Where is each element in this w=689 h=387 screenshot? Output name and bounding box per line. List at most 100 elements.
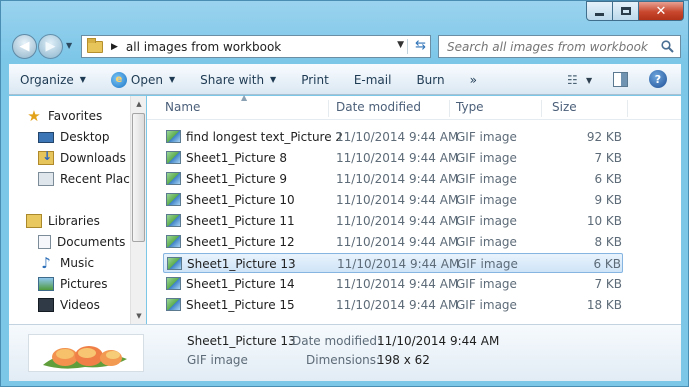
file-size: 6 KB (593, 257, 621, 271)
scroll-up-icon[interactable]: ▲ (131, 96, 147, 112)
more-commands-icon: » (469, 72, 477, 87)
gif-file-icon (166, 151, 181, 164)
address-dropdown-icon[interactable]: ▼ (397, 40, 404, 50)
help-icon[interactable]: ? (649, 70, 667, 88)
libraries-icon (26, 214, 42, 228)
address-path[interactable]: all images from workbook (126, 40, 281, 54)
gif-file-icon (166, 214, 181, 227)
preview-pane-icon[interactable] (613, 72, 628, 87)
nav-item-recent-places[interactable]: Recent Place (38, 169, 137, 189)
email-button[interactable]: E-mail (354, 73, 392, 87)
file-row[interactable]: Sheet1_Picture 11 11/10/2014 9:44 AM GIF… (163, 211, 623, 231)
nav-item-pictures[interactable]: Pictures (38, 274, 108, 294)
nav-item-music[interactable]: ♪ Music (38, 253, 94, 273)
details-dimensions-value: 198 x 62 (377, 353, 430, 367)
command-bar: Organize ▼ e Open ▼ Share with ▼ Print E… (9, 64, 681, 95)
file-type: GIF image (456, 193, 517, 207)
file-date: 11/10/2014 9:44 AM (337, 257, 460, 271)
print-button[interactable]: Print (301, 73, 329, 87)
file-date: 11/10/2014 9:44 AM (336, 214, 459, 228)
nav-scrollbar[interactable]: ▲ ▼ (130, 96, 146, 324)
back-button[interactable]: ◀ (12, 34, 37, 59)
open-label: Open (130, 72, 163, 87)
close-button[interactable]: ✕ (639, 1, 684, 21)
nav-item-downloads[interactable]: Downloads (38, 148, 126, 168)
breadcrumb-chevron-icon[interactable]: ▶ (111, 42, 118, 52)
file-size: 8 KB (594, 235, 622, 249)
search-box[interactable] (438, 35, 681, 58)
star-icon: ★ (27, 107, 41, 125)
nav-item-videos[interactable]: Videos (38, 295, 100, 315)
music-icon: ♪ (41, 254, 51, 272)
address-bar[interactable]: ▶ all images from workbook ▼ ⇆ (81, 35, 431, 58)
nav-item-desktop[interactable]: Desktop (38, 127, 110, 147)
recent-pages-dropdown[interactable]: ▼ (66, 41, 72, 50)
maximize-icon (620, 7, 631, 15)
change-view-icon[interactable]: ☷ (567, 73, 578, 87)
close-icon: ✕ (655, 3, 667, 19)
file-date: 11/10/2014 9:44 AM (336, 193, 459, 207)
file-row[interactable]: Sheet1_Picture 15 11/10/2014 9:44 AM GIF… (163, 295, 623, 315)
file-size: 9 KB (594, 193, 622, 207)
column-header-type[interactable]: Type (450, 100, 542, 117)
file-type: GIF image (457, 257, 518, 271)
file-type: GIF image (456, 151, 517, 165)
file-type: GIF image (456, 214, 517, 228)
email-label: E-mail (353, 72, 392, 87)
file-name: find longest text_Picture 2 (186, 130, 344, 144)
peaches-thumbnail-icon (43, 346, 127, 369)
nav-desktop-label: Desktop (60, 130, 110, 144)
more-commands-button[interactable]: » (470, 73, 477, 87)
caption-buttons: ✕ (586, 1, 684, 21)
burn-label: Burn (416, 72, 445, 87)
search-icon[interactable] (661, 40, 674, 53)
nav-videos-label: Videos (60, 298, 100, 312)
file-row-selected[interactable]: Sheet1_Picture 13 11/10/2014 9:44 AM GIF… (163, 253, 623, 273)
burn-button[interactable]: Burn (416, 73, 444, 87)
file-row[interactable]: Sheet1_Picture 8 11/10/2014 9:44 AM GIF … (163, 148, 623, 168)
file-name: Sheet1_Picture 9 (186, 172, 288, 186)
column-type-label: Type (456, 100, 484, 114)
details-file-name: Sheet1_Picture 13 (187, 334, 296, 348)
file-row[interactable]: find longest text_Picture 2 11/10/2014 9… (163, 127, 623, 147)
file-row[interactable]: Sheet1_Picture 12 11/10/2014 9:44 AM GIF… (163, 232, 623, 252)
column-header-date-modified[interactable]: Date modified (330, 100, 450, 117)
gif-file-icon (166, 130, 181, 143)
search-input[interactable] (439, 39, 654, 54)
organize-dropdown-icon: ▼ (79, 75, 86, 84)
file-row[interactable]: Sheet1_Picture 9 11/10/2014 9:44 AM GIF … (163, 169, 623, 189)
nav-item-documents[interactable]: Documents (38, 232, 125, 252)
file-type: GIF image (456, 277, 517, 291)
file-row[interactable]: Sheet1_Picture 10 11/10/2014 9:44 AM GIF… (163, 190, 623, 210)
column-name-label: Name (165, 100, 201, 114)
column-header-name[interactable]: Name (159, 100, 329, 117)
file-size: 7 KB (594, 277, 622, 291)
nav-pictures-label: Pictures (60, 277, 108, 291)
column-header-size[interactable]: Size (546, 100, 628, 117)
share-with-button[interactable]: Share with ▼ (200, 73, 276, 87)
refresh-icon[interactable]: ⇆ (415, 38, 426, 53)
organize-button[interactable]: Organize ▼ (20, 73, 86, 87)
downloads-icon (38, 149, 54, 165)
scroll-down-icon[interactable]: ▼ (131, 308, 147, 324)
file-name: Sheet1_Picture 12 (186, 235, 295, 249)
nav-item-libraries[interactable]: Libraries (26, 211, 100, 231)
gif-file-icon (166, 277, 181, 290)
file-date: 11/10/2014 9:44 AM (336, 130, 459, 144)
details-dimensions-label: Dimensions: (306, 353, 381, 367)
file-row[interactable]: Sheet1_Picture 14 11/10/2014 9:44 AM GIF… (163, 274, 623, 294)
folder-icon (87, 37, 103, 53)
view-dropdown-icon[interactable]: ▼ (586, 76, 592, 85)
recent-places-icon (38, 172, 54, 186)
minimize-button[interactable] (586, 1, 613, 21)
file-type: GIF image (456, 130, 517, 144)
open-button[interactable]: e Open ▼ (110, 71, 175, 88)
print-label: Print (301, 72, 329, 87)
nav-item-favorites[interactable]: ★ Favorites (26, 106, 102, 126)
file-name: Sheet1_Picture 8 (186, 151, 288, 165)
back-arrow-icon: ◀ (19, 39, 30, 54)
desktop-icon (38, 131, 54, 143)
maximize-button[interactable] (613, 1, 639, 21)
forward-button[interactable]: ▶ (38, 34, 63, 59)
scrollbar-thumb[interactable] (132, 113, 145, 242)
